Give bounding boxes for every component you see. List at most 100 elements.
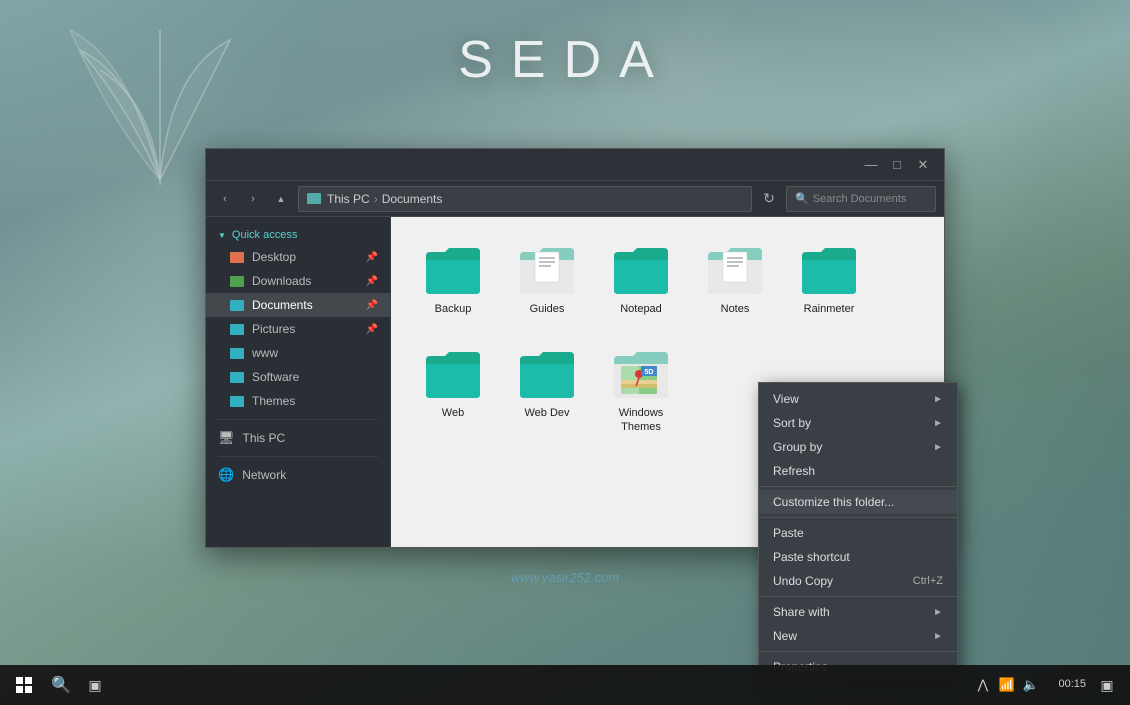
- sidebar-item-documents[interactable]: Documents 📌: [206, 293, 390, 317]
- taskbar-notification-icon[interactable]: ▣: [1096, 665, 1118, 705]
- address-bar: ‹ › ▲ This PC › Documents ↻ 🔍 Search Doc…: [206, 181, 944, 217]
- sidebar-quick-access[interactable]: ▼ Quick access: [206, 225, 390, 245]
- address-refresh-button[interactable]: ↻: [758, 188, 780, 210]
- ctx-refresh[interactable]: Refresh: [759, 459, 957, 483]
- ctx-view-label: View: [773, 392, 799, 406]
- minimize-button[interactable]: —: [858, 152, 884, 178]
- folder-label-windows-themes: Windows Themes: [601, 406, 681, 435]
- search-placeholder: Search Documents: [813, 193, 907, 205]
- ctx-group-by-arrow: ►: [933, 442, 943, 453]
- ctx-sort-by[interactable]: Sort by ►: [759, 411, 957, 435]
- search-button[interactable]: 🔍: [44, 665, 78, 705]
- folder-label-notepad: Notepad: [620, 302, 662, 316]
- folder-backup[interactable]: Backup: [408, 234, 498, 334]
- folder-icon-windows-themes: 5D: [611, 346, 671, 402]
- taskbar-chevron-icon[interactable]: ⋀: [972, 665, 994, 705]
- sidebar-label-www: www: [252, 346, 278, 360]
- folder-notepad[interactable]: Notepad: [596, 234, 686, 334]
- sidebar-item-www[interactable]: www: [206, 341, 390, 365]
- sidebar-quick-access-label: Quick access: [232, 229, 297, 241]
- ctx-undo-copy-shortcut: Ctrl+Z: [913, 575, 943, 587]
- search-box[interactable]: 🔍 Search Documents: [786, 186, 936, 212]
- taskbar-volume-icon[interactable]: 🔈: [1020, 665, 1042, 705]
- folder-icon-themes: [230, 396, 244, 407]
- ctx-new-arrow: ►: [933, 631, 943, 642]
- network-icon: 🌐: [218, 467, 234, 483]
- ctx-paste[interactable]: Paste: [759, 521, 957, 545]
- folder-label-rainmeter: Rainmeter: [804, 302, 855, 316]
- folder-web-dev[interactable]: Web Dev: [502, 338, 592, 438]
- context-menu: View ► Sort by ► Group by ► Refresh Cust…: [758, 382, 958, 684]
- desktop-title: SEDA: [458, 30, 672, 90]
- folder-icon-notepad: [611, 242, 671, 298]
- ctx-share-with[interactable]: Share with ►: [759, 600, 957, 624]
- sidebar-item-network[interactable]: 🌐 Network: [206, 463, 390, 487]
- path-documents: Documents: [382, 192, 443, 206]
- folder-rainmeter[interactable]: Rainmeter: [784, 234, 874, 334]
- folder-icon-small: [307, 193, 321, 204]
- taskbar-clock[interactable]: 00:15: [1044, 677, 1094, 692]
- folder-icon-desktop: [230, 252, 244, 263]
- folder-label-guides: Guides: [530, 302, 565, 316]
- folder-icon-software: [230, 372, 244, 383]
- folder-icon-rainmeter: [799, 242, 859, 298]
- pin-icon-downloads: 📌: [366, 276, 378, 287]
- sidebar-label-this-pc: This PC: [243, 431, 286, 445]
- ctx-new[interactable]: New ►: [759, 624, 957, 648]
- back-button[interactable]: ‹: [214, 188, 236, 210]
- folder-guides[interactable]: Guides: [502, 234, 592, 334]
- pin-icon-documents: 📌: [366, 300, 378, 311]
- sidebar-item-software[interactable]: Software: [206, 365, 390, 389]
- folder-notes[interactable]: Notes: [690, 234, 780, 334]
- forward-button[interactable]: ›: [242, 188, 264, 210]
- folder-windows-themes[interactable]: 5D Windows Themes: [596, 338, 686, 438]
- sidebar-item-desktop[interactable]: Desktop 📌: [206, 245, 390, 269]
- chevron-icon: ▼: [218, 231, 226, 240]
- folder-icon-pictures: [230, 324, 244, 335]
- ctx-group-by[interactable]: Group by ►: [759, 435, 957, 459]
- folder-icon-www: [230, 348, 244, 359]
- sidebar-label-pictures: Pictures: [252, 322, 295, 336]
- sidebar-item-pictures[interactable]: Pictures 📌: [206, 317, 390, 341]
- folder-web[interactable]: Web: [408, 338, 498, 438]
- sidebar-item-downloads[interactable]: Downloads 📌: [206, 269, 390, 293]
- folder-label-backup: Backup: [435, 302, 472, 316]
- ctx-sort-by-label: Sort by: [773, 416, 811, 430]
- ctx-undo-copy[interactable]: Undo Copy Ctrl+Z: [759, 569, 957, 593]
- ctx-paste-label: Paste: [773, 526, 804, 540]
- sidebar-divider-2: [218, 456, 378, 457]
- pin-icon-desktop: 📌: [366, 252, 378, 263]
- folder-icon-documents: [230, 300, 244, 311]
- maximize-button[interactable]: □: [884, 152, 910, 178]
- taskbar-network-icon[interactable]: 📶: [996, 665, 1018, 705]
- ctx-sort-by-arrow: ►: [933, 418, 943, 429]
- task-view-button[interactable]: ▣: [78, 665, 112, 705]
- address-path[interactable]: This PC › Documents: [298, 186, 752, 212]
- title-bar: — □ ✕: [206, 149, 944, 181]
- folder-label-web: Web: [442, 406, 464, 420]
- ctx-group-by-label: Group by: [773, 440, 822, 454]
- ctx-share-with-label: Share with: [773, 605, 830, 619]
- ctx-divider-2: [759, 517, 957, 518]
- ctx-customize-folder[interactable]: Customize this folder...: [759, 490, 957, 514]
- svg-text:5D: 5D: [645, 369, 654, 376]
- sidebar-item-themes[interactable]: Themes: [206, 389, 390, 413]
- sidebar-item-this-pc[interactable]: 🖥 This PC: [206, 426, 390, 450]
- sidebar-label-downloads: Downloads: [252, 274, 311, 288]
- folder-icon-backup: [423, 242, 483, 298]
- start-button[interactable]: [4, 665, 44, 705]
- taskbar: 🔍 ▣ ⋀ 📶 🔈 00:15 ▣: [0, 665, 1130, 705]
- sidebar-label-themes: Themes: [252, 394, 295, 408]
- ctx-paste-shortcut[interactable]: Paste shortcut: [759, 545, 957, 569]
- close-button[interactable]: ✕: [910, 152, 936, 178]
- sidebar-label-documents: Documents: [252, 298, 313, 312]
- up-button[interactable]: ▲: [270, 188, 292, 210]
- ctx-customize-folder-label: Customize this folder...: [773, 495, 894, 509]
- path-this-pc: This PC: [327, 192, 370, 206]
- ctx-view[interactable]: View ►: [759, 387, 957, 411]
- ctx-new-label: New: [773, 629, 797, 643]
- ctx-divider-1: [759, 486, 957, 487]
- folder-label-web-dev: Web Dev: [524, 406, 569, 420]
- sidebar-label-network: Network: [242, 468, 286, 482]
- this-pc-icon: 🖥: [218, 430, 235, 446]
